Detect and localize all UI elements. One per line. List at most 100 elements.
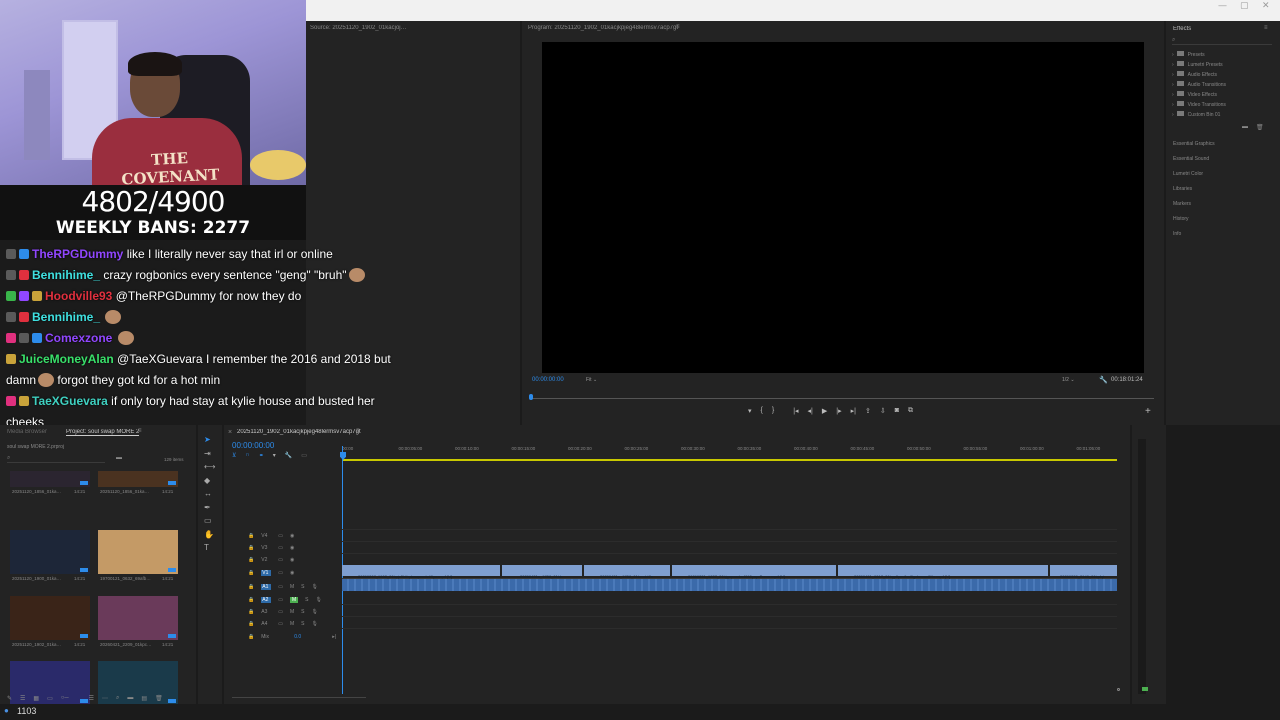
video-clip[interactable]: 20260421e_1758_01kb… xyxy=(502,565,582,579)
list-view-icon[interactable]: ☰ xyxy=(20,695,25,702)
track-label[interactable]: A3 xyxy=(261,609,271,615)
mute-button[interactable]: M xyxy=(289,597,299,603)
lock-icon[interactable]: 🔒 xyxy=(248,621,254,627)
track-label[interactable]: A1 xyxy=(261,584,272,590)
sequence-tab[interactable]: 20251120_1902_01kacjkpjeg48lermsv7acp7gt xyxy=(237,429,361,435)
video-clip[interactable]: 20260207_1902_01kpjn5ktfqdwwpnedv49ya.mp… xyxy=(342,565,500,579)
mute-button[interactable]: M xyxy=(290,609,294,615)
linked-selection-icon[interactable]: ⚭ xyxy=(259,452,264,459)
mic-icon[interactable]: 🎙 xyxy=(311,584,317,590)
lock-icon[interactable]: 🔒 xyxy=(248,609,254,615)
find-icon[interactable]: ⌕ xyxy=(116,695,119,702)
chat-username[interactable]: Comexzone xyxy=(45,331,112,345)
mark-out-icon[interactable]: } xyxy=(772,407,774,417)
go-to-in-icon[interactable]: |◂ xyxy=(793,407,798,417)
lift-icon[interactable]: ⇪ xyxy=(865,407,871,417)
close-icon[interactable]: × xyxy=(228,429,232,436)
pencil-icon[interactable]: ✎ xyxy=(7,695,12,702)
pen-tool-icon[interactable]: ✒ xyxy=(204,503,215,514)
selection-tool-icon[interactable]: ➤ xyxy=(204,435,215,446)
sync-lock-icon[interactable]: ▭ xyxy=(278,621,283,627)
mic-icon[interactable]: 🎙 xyxy=(311,621,317,627)
track-select-tool-icon[interactable]: ⇥ xyxy=(204,449,215,460)
lock-icon[interactable]: 🔒 xyxy=(248,570,254,576)
add-button-icon[interactable]: + xyxy=(1145,406,1151,417)
effects-folder[interactable]: › Audio Effects xyxy=(1172,70,1226,80)
track-label[interactable]: A2 xyxy=(261,597,272,603)
track-label[interactable]: A4 xyxy=(261,621,271,627)
type-tool-icon[interactable]: T xyxy=(204,543,215,554)
go-to-out-icon[interactable]: ▸| xyxy=(851,407,856,417)
lock-icon[interactable]: 🔒 xyxy=(248,557,254,563)
sync-lock-icon[interactable]: ▭ xyxy=(278,557,283,563)
solo-button[interactable]: S xyxy=(301,584,304,590)
eye-icon[interactable]: ◉ xyxy=(290,533,294,539)
sync-lock-icon[interactable]: ▭ xyxy=(278,545,283,551)
hand-tool-icon[interactable]: ✋ xyxy=(204,530,215,541)
automate-icon[interactable]: ⋯ xyxy=(102,695,108,702)
trash-icon[interactable]: 🗑 xyxy=(1256,124,1264,131)
chat-username[interactable]: TaeXGuevara xyxy=(32,394,108,408)
restore-button[interactable]: ▢ xyxy=(1240,1,1249,11)
clip-thumbnail[interactable] xyxy=(98,471,178,487)
solo-button[interactable]: S xyxy=(301,609,304,615)
media-browser-tab[interactable]: Media Browser xyxy=(7,429,47,435)
effects-search-input[interactable]: ⌕ xyxy=(1172,37,1272,45)
program-timecode[interactable]: 00:00:00:00 xyxy=(532,377,564,383)
trash-icon[interactable]: 🗑 xyxy=(155,695,163,702)
eye-icon[interactable]: ◉ xyxy=(290,545,294,551)
eye-icon[interactable]: ◉ xyxy=(290,570,294,576)
work-area-bar[interactable] xyxy=(342,459,1117,461)
play-icon[interactable]: ▶ xyxy=(822,407,827,417)
panel-link[interactable]: Libraries xyxy=(1173,182,1215,197)
chat-username[interactable]: Bennihime_ xyxy=(32,268,100,282)
clip-thumbnail[interactable] xyxy=(98,596,178,640)
clip-thumbnail[interactable] xyxy=(10,596,90,640)
panel-link[interactable]: Essential Graphics xyxy=(1173,137,1215,152)
snap-icon[interactable]: ∩ xyxy=(245,452,249,459)
audio-clip[interactable] xyxy=(342,579,1117,591)
new-item-icon[interactable]: ▤ xyxy=(141,695,147,702)
captions-icon[interactable]: ▭ xyxy=(301,452,307,459)
panel-menu-icon[interactable]: ≡ xyxy=(1264,25,1268,31)
step-forward-icon[interactable]: |▸ xyxy=(836,407,841,417)
sync-lock-icon[interactable]: ▭ xyxy=(278,597,283,603)
clip-thumbnail[interactable] xyxy=(10,530,90,574)
track-label[interactable]: V1 xyxy=(261,570,272,576)
extract-icon[interactable]: ⇩ xyxy=(880,407,886,417)
lock-icon[interactable]: 🔒 xyxy=(248,634,254,640)
effects-folder[interactable]: › Lumetri Presets xyxy=(1172,60,1226,70)
lock-icon[interactable]: 🔒 xyxy=(248,597,254,603)
project-search-input[interactable]: ⌕ xyxy=(7,455,105,463)
fit-dropdown[interactable]: Fit ⌄ xyxy=(586,377,597,383)
track-label[interactable]: V2 xyxy=(261,557,271,563)
sort-icon[interactable]: ☰ xyxy=(89,695,94,702)
project-tab[interactable]: Project: soul swap MORE 2 xyxy=(66,429,140,436)
panel-menu-icon[interactable]: ≡ xyxy=(676,24,680,30)
track-label[interactable]: V4 xyxy=(261,533,271,539)
razor-tool-icon[interactable]: ◆ xyxy=(204,476,215,487)
video-clip[interactable]: 20260421_0017_01kgy0yev9xd9gzbnvwd01s.mp… xyxy=(838,565,1048,579)
track-label[interactable]: V3 xyxy=(261,545,271,551)
zoom-slider-icon[interactable]: ○─ xyxy=(61,695,69,702)
step-back-icon[interactable]: ◂| xyxy=(808,407,813,417)
resolution-dropdown[interactable]: 1/2 ⌄ xyxy=(1062,377,1075,383)
compare-icon[interactable]: ⧉ xyxy=(908,407,913,417)
panel-link[interactable]: Info xyxy=(1173,227,1215,242)
wrench-icon[interactable]: 🔧 xyxy=(1099,376,1108,384)
mute-button[interactable]: M xyxy=(290,584,294,590)
clip-thumbnail[interactable] xyxy=(98,530,178,574)
program-monitor-title[interactable]: Program: 20251120_1902_01kacjkpjeg48lerm… xyxy=(528,25,678,31)
minimize-button[interactable]: — xyxy=(1218,1,1227,11)
solo-button[interactable]: S xyxy=(305,597,308,603)
program-video-frame[interactable] xyxy=(542,42,1144,373)
lock-icon[interactable]: 🔒 xyxy=(248,584,254,590)
panel-link[interactable]: History xyxy=(1173,212,1215,227)
camera-icon[interactable]: ◙ xyxy=(895,407,899,417)
ripple-edit-tool-icon[interactable]: ⟷ xyxy=(204,462,215,473)
sync-lock-icon[interactable]: ▭ xyxy=(278,533,283,539)
video-clip[interactable]: 20260331_1827_01kjgnpcadm4090yaprPume.mp… xyxy=(672,565,836,579)
bin-icon[interactable]: ▬ xyxy=(116,455,122,461)
nest-icon[interactable]: ⊻ xyxy=(232,452,236,459)
solo-button[interactable]: S xyxy=(301,621,304,627)
